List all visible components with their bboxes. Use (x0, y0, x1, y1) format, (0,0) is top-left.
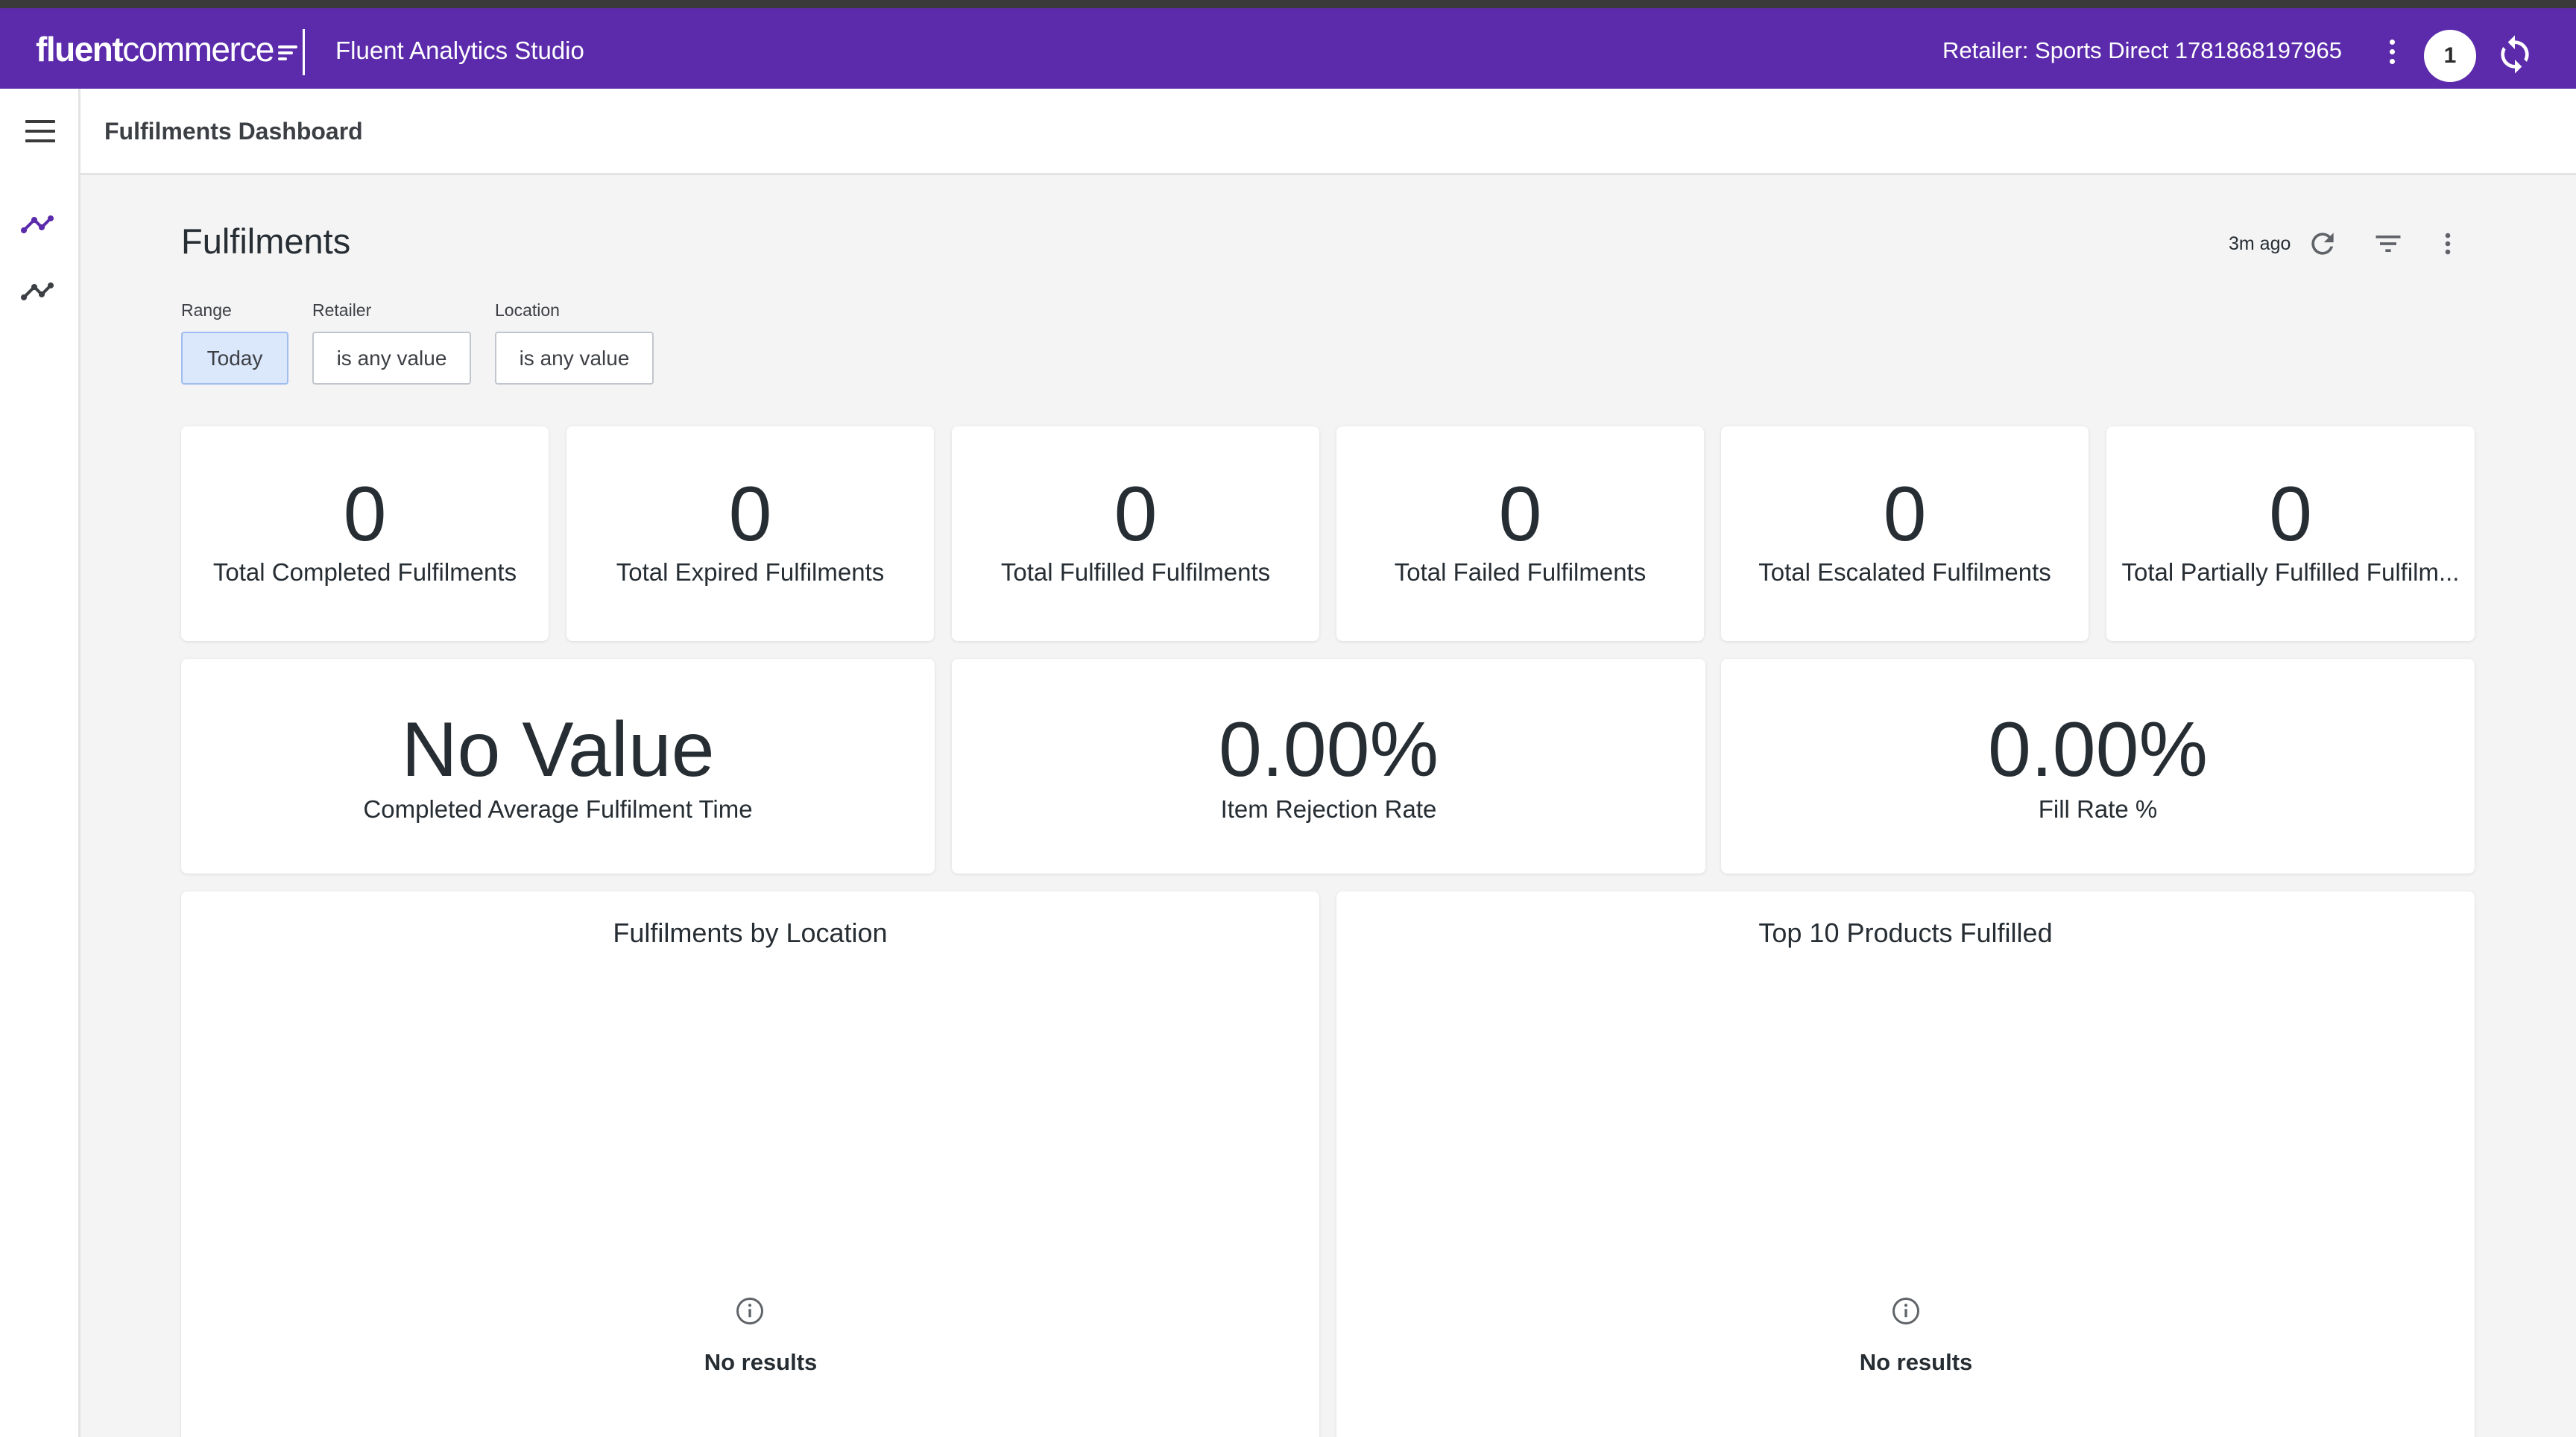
kpi-value: 0.00% (1988, 707, 2208, 793)
kpi-value: 0.00% (1219, 707, 1439, 793)
no-results-text: No results (704, 1349, 818, 1375)
retailer-selector[interactable]: Retailer: Sports Direct 1781868197965 (1942, 33, 2342, 69)
more-options-icon[interactable] (2381, 35, 2403, 68)
user-avatar-badge[interactable]: 1 (2424, 30, 2476, 82)
chart-title: Fulfilments by Location (613, 918, 888, 948)
header-divider (303, 29, 305, 75)
kpi-value: 0 (728, 471, 772, 558)
window-top-strip (0, 0, 2576, 8)
kpi-label: Total Escalated Fulfilments (1758, 558, 2051, 586)
kpi-card-avg-fulfilment-time[interactable]: No Value Completed Average Fulfilment Ti… (181, 659, 935, 874)
logo-text-regular: commerce (122, 30, 274, 69)
kpi-label: Fill Rate % (2038, 795, 2158, 823)
filter-label-location: Location (495, 300, 560, 320)
dashboard-title: Fulfilments (181, 221, 351, 261)
sync-icon[interactable] (2494, 34, 2536, 75)
kpi-label: Total Partially Fulfilled Fulfilm... (2121, 558, 2460, 586)
filter-label-retailer: Retailer (312, 300, 372, 320)
kpi-value: 0 (1498, 471, 1542, 558)
kpi-value: 0 (343, 471, 387, 558)
last-updated-text: 3m ago (2229, 233, 2291, 254)
kpi-label: Total Fulfilled Fulfilments (1000, 558, 1271, 586)
menu-icon[interactable] (25, 120, 55, 142)
kpi-label: Completed Average Fulfilment Time (363, 795, 753, 823)
kpi-card-fulfilled[interactable]: 0 Total Fulfilled Fulfilments (952, 426, 1319, 641)
kpi-card-item-rejection-rate[interactable]: 0.00% Item Rejection Rate (952, 659, 1705, 874)
logo-lines-icon (277, 44, 297, 62)
chart-card-top-10-products[interactable]: Top 10 Products Fulfilled No results (1336, 891, 2475, 1437)
top-app-bar: fluent commerce Fluent Analytics Studio R… (0, 8, 2576, 89)
kpi-value: No Value (401, 707, 715, 793)
fluentcommerce-logo[interactable]: fluent commerce (36, 30, 297, 69)
range-filter-button[interactable]: Today (181, 332, 288, 385)
kpi-card-fill-rate[interactable]: 0.00% Fill Rate % (1721, 659, 2475, 874)
kpi-card-completed[interactable]: 0 Total Completed Fulfilments (181, 426, 549, 641)
location-filter-button[interactable]: is any value (495, 332, 654, 385)
analytics-trend-icon[interactable] (19, 203, 55, 239)
kpi-card-failed[interactable]: 0 Total Failed Fulfilments (1336, 426, 1704, 641)
page-subheader: Fulfilments Dashboard (80, 89, 2576, 175)
logo-text-bold: fluent (36, 30, 124, 69)
filter-icon[interactable] (2372, 227, 2405, 260)
kpi-label: Total Expired Fulfilments (616, 558, 885, 586)
kpi-value: 0 (1114, 471, 1158, 558)
no-results-text: No results (1859, 1349, 1973, 1375)
app-name: Fluent Analytics Studio (335, 37, 584, 64)
refresh-icon[interactable] (2306, 227, 2339, 260)
kpi-label: Total Failed Fulfilments (1394, 558, 1647, 586)
left-navigation (0, 89, 80, 1437)
kpi-label: Item Rejection Rate (1220, 795, 1437, 823)
kpi-label: Total Completed Fulfilments (212, 558, 517, 586)
kpi-value: 0 (1883, 471, 1927, 558)
filter-label-range: Range (181, 300, 232, 320)
dashboard-menu-icon[interactable] (2431, 227, 2464, 260)
kpi-value: 0 (2269, 471, 2312, 558)
kpi-card-partially-fulfilled[interactable]: 0 Total Partially Fulfilled Fulfilm... (2106, 426, 2475, 641)
page-title: Fulfilments Dashboard (104, 118, 363, 145)
info-icon (733, 1295, 766, 1327)
kpi-card-expired[interactable]: 0 Total Expired Fulfilments (566, 426, 934, 641)
retailer-filter-button[interactable]: is any value (312, 332, 471, 385)
analytics-trend-icon[interactable] (19, 271, 55, 306)
chart-card-fulfilments-by-location[interactable]: Fulfilments by Location No results (181, 891, 1319, 1437)
kpi-card-escalated[interactable]: 0 Total Escalated Fulfilments (1721, 426, 2089, 641)
info-icon (1890, 1295, 1922, 1327)
chart-title: Top 10 Products Fulfilled (1758, 918, 2053, 948)
